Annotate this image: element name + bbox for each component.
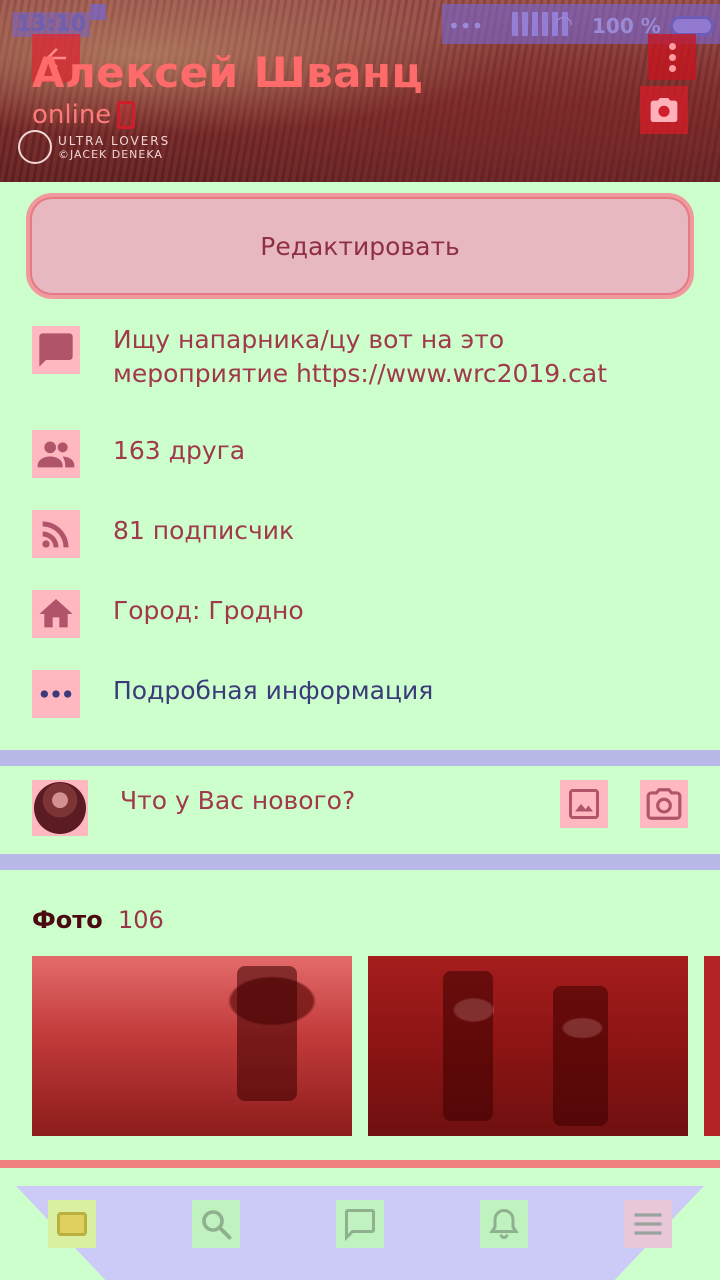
search-icon [202, 1210, 232, 1240]
comment-icon [32, 326, 80, 374]
status-bar: 13:10 ••• ◠ 100 % [0, 0, 720, 48]
nav-messages-button[interactable] [336, 1200, 384, 1248]
nav-search-button[interactable] [192, 1200, 240, 1248]
photos-section-title[interactable]: Фото [32, 906, 103, 934]
nav-notifications-button[interactable] [480, 1200, 528, 1248]
online-label: online [32, 100, 112, 130]
nav-menu-button[interactable] [624, 1200, 672, 1248]
watermark-line-1: ULTRA LOVERS [58, 133, 171, 148]
photo-subject [237, 966, 297, 1101]
profile-name: Алексей Шванц [32, 48, 424, 97]
avatar-image [34, 782, 86, 834]
nav-feed-button[interactable] [48, 1200, 96, 1248]
details-row[interactable]: Подробная информация [32, 670, 433, 718]
more-notifications-icon: ••• [448, 14, 484, 38]
avatar[interactable] [32, 780, 88, 836]
menu-icon [634, 1213, 662, 1235]
followers-row[interactable]: 81 подписчик [32, 510, 294, 558]
edit-button-container: Редактировать [26, 193, 694, 299]
friends-row[interactable]: 163 друга [32, 430, 245, 478]
more-options-button[interactable] [648, 34, 696, 80]
wifi-icon: ◠ [554, 12, 574, 37]
separator [0, 750, 720, 766]
followers-count[interactable]: 81 подписчик [113, 514, 294, 548]
city-text: Город: Гродно [113, 596, 304, 625]
photos-count: 106 [118, 906, 164, 934]
camera-icon [646, 788, 682, 820]
feed-icon [57, 1212, 87, 1236]
people-icon [32, 430, 80, 478]
camera-icon [650, 98, 678, 122]
take-photo-button[interactable] [640, 780, 688, 828]
mobile-phone-icon [117, 101, 136, 129]
notifications-icon [489, 1208, 519, 1239]
image-icon [569, 789, 599, 819]
city-row: Город: Гродно [32, 590, 304, 638]
separator [0, 854, 720, 870]
watermark-logo-icon [18, 130, 52, 164]
edit-profile-button[interactable]: Редактировать [30, 197, 690, 295]
cover-camera-button[interactable] [640, 86, 688, 134]
new-post-input[interactable]: Что у Вас нового? [120, 786, 355, 815]
home-icon [32, 590, 80, 638]
rss-icon [32, 510, 80, 558]
online-status: online [32, 100, 136, 130]
profile-cover: 13:10 ••• ◠ 100 % Алексей Шванц online U… [0, 0, 720, 182]
notification-icon [90, 4, 106, 20]
profile-status-text[interactable]: Ищу напарника/цу вот на это мероприятие … [113, 323, 673, 391]
photo-thumbnail[interactable] [32, 956, 352, 1136]
messages-icon [345, 1209, 375, 1242]
bottom-navigation [0, 1168, 720, 1280]
attach-photo-button[interactable] [560, 780, 608, 828]
more-vertical-icon [668, 42, 676, 50]
photo-thumbnail[interactable] [368, 956, 688, 1136]
battery-icon [670, 16, 714, 36]
more-horizontal-icon [32, 670, 80, 718]
status-row[interactable]: Ищу напарника/цу вот на это мероприятие … [32, 323, 673, 391]
photo-thumbnail[interactable] [704, 956, 720, 1136]
watermark-line-2: ©JACEK DENEKA [58, 147, 163, 161]
details-link[interactable]: Подробная информация [113, 674, 433, 708]
photo-subject [443, 971, 493, 1121]
cover-watermark: ULTRA LOVERS ©JACEK DENEKA [18, 130, 170, 164]
photo-subject [553, 986, 608, 1126]
divider [0, 1160, 720, 1168]
friends-count[interactable]: 163 друга [113, 434, 245, 468]
